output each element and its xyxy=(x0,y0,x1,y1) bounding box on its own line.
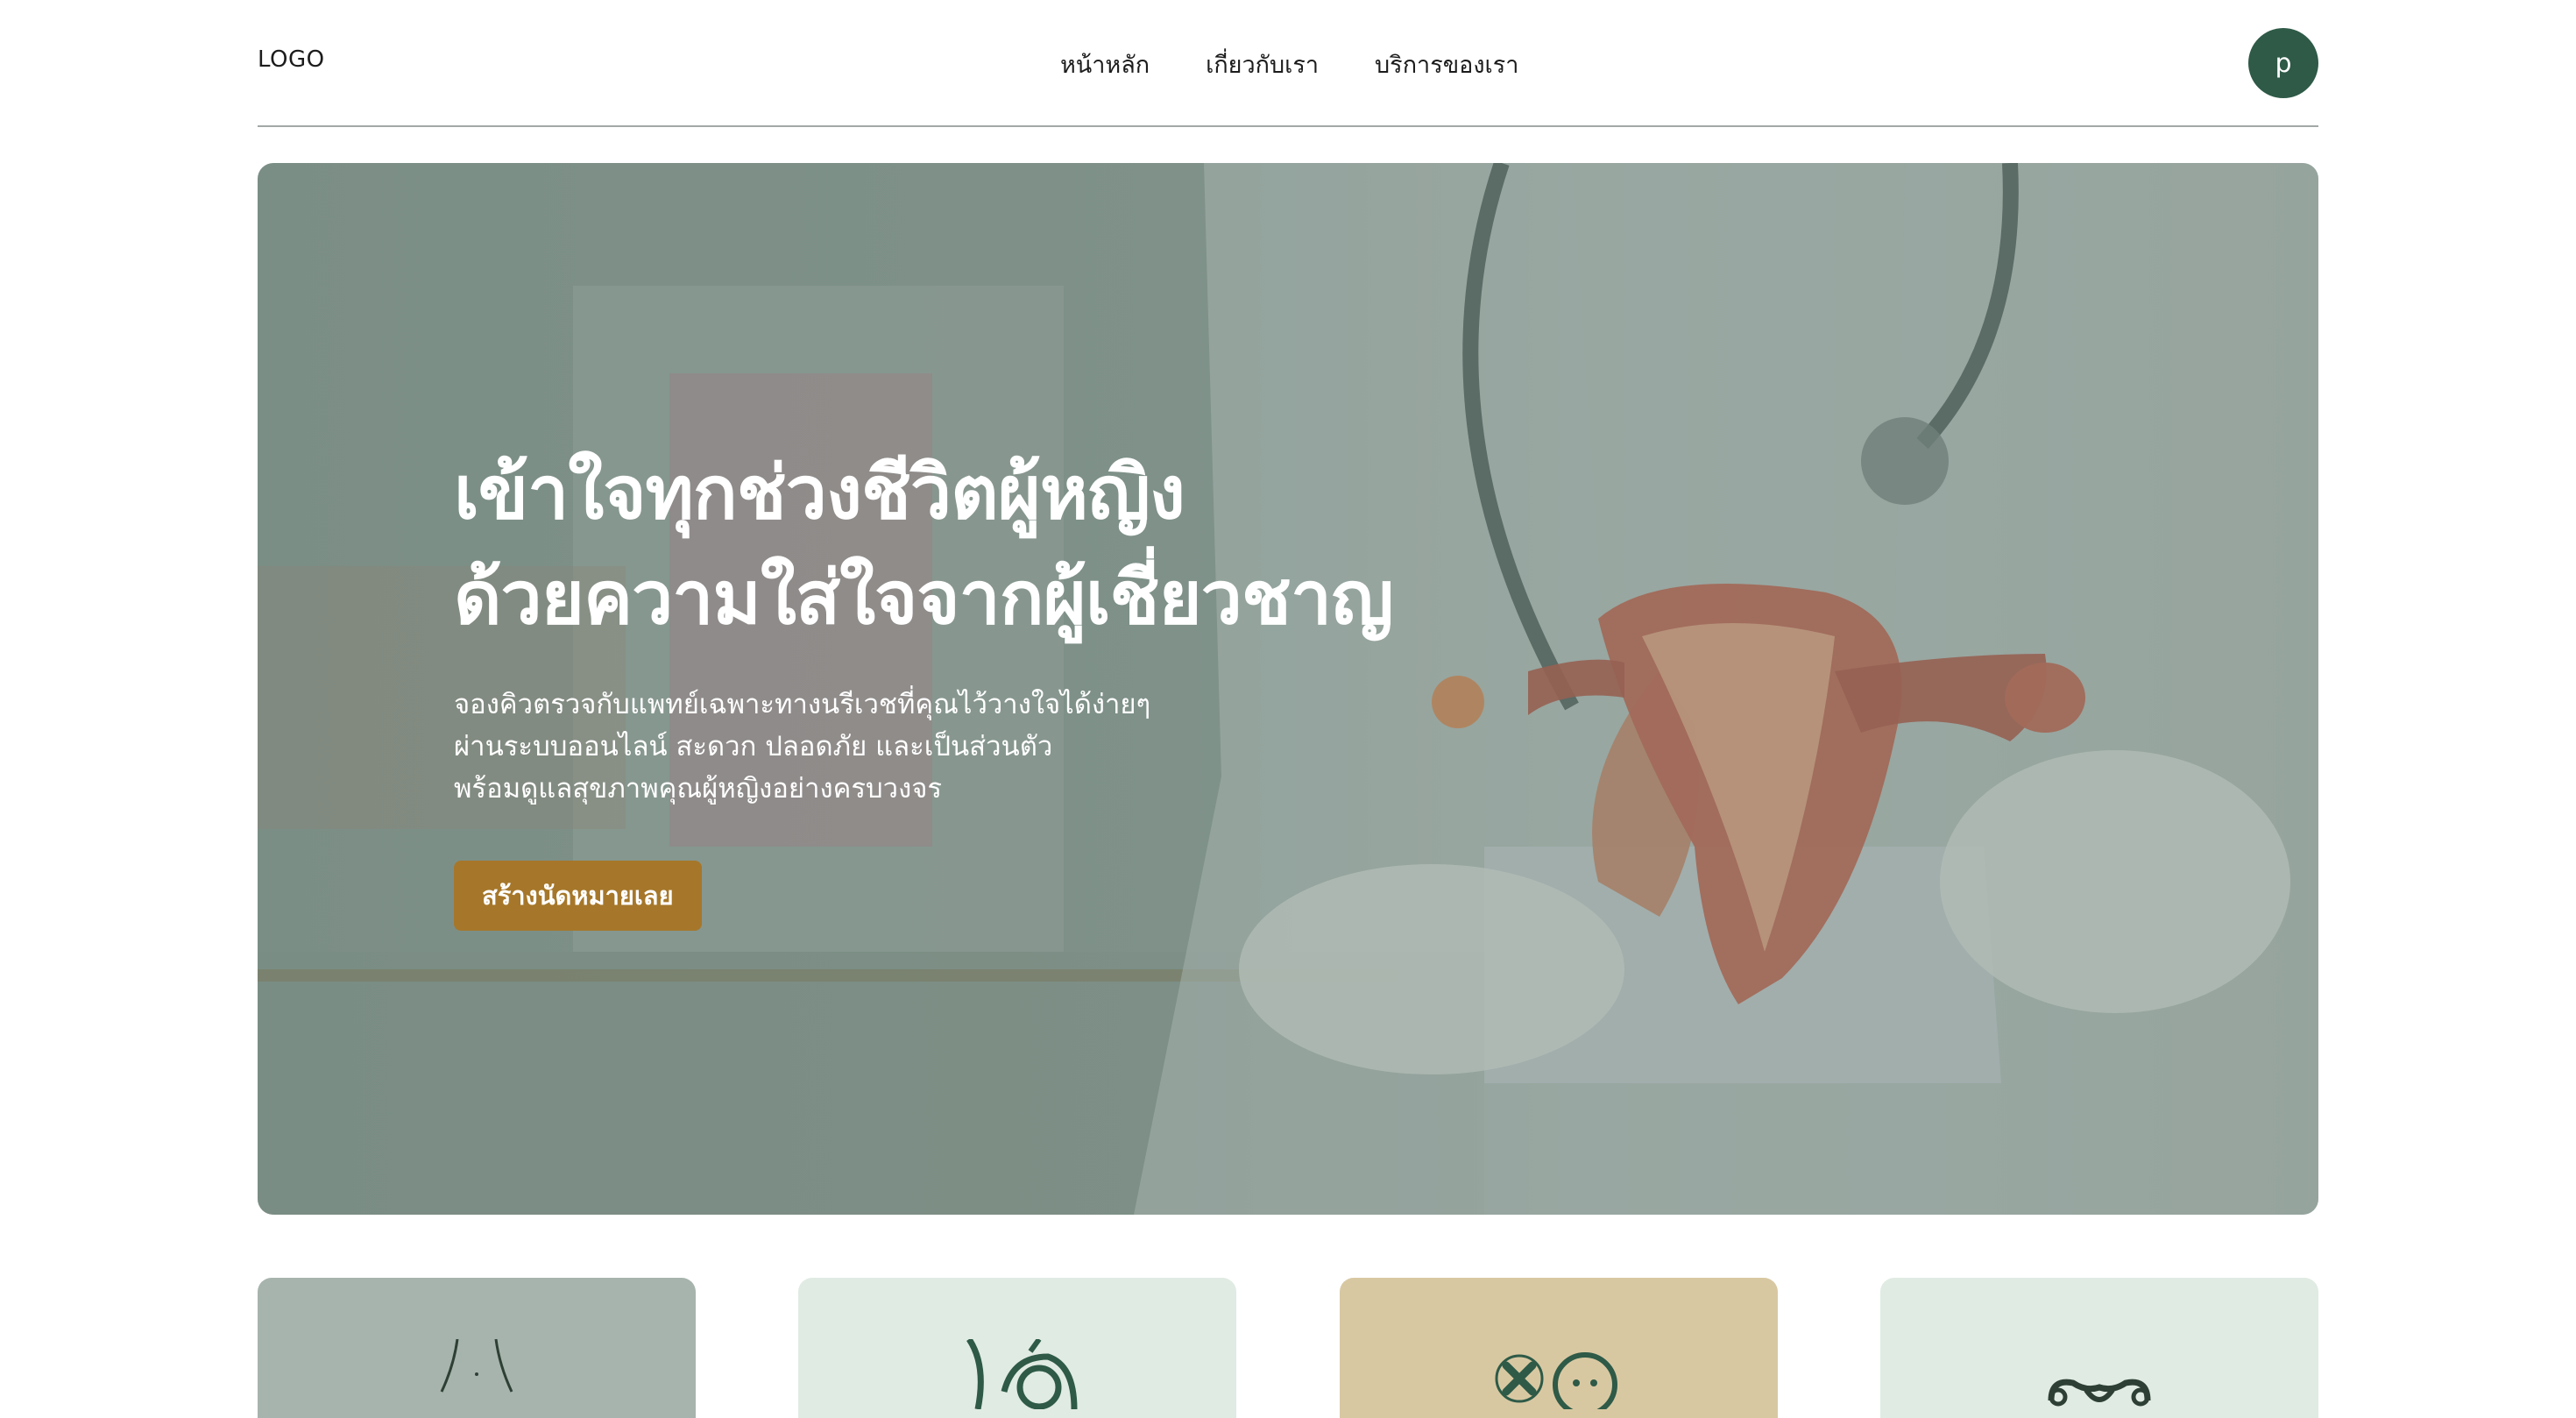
site-header: LOGO หน้าหลัก เกี่ยวกับเรา บริการของเรา … xyxy=(258,0,2318,127)
user-avatar[interactable]: p xyxy=(2248,28,2318,98)
hero-title-line-2: ด้วยความใส่ใจจากผู้เชี่ยวชาญ xyxy=(454,555,1394,641)
hero-description-line-2: ผ่านระบบออนไลน์ สะดวก ปลอดภัย และเป็นส่ว… xyxy=(454,731,1053,762)
hero-title-line-1: เข้าใจทุกช่วงชีวิตผู้หญิง xyxy=(454,450,1185,535)
body-silhouette-icon xyxy=(440,1339,513,1393)
service-card-3[interactable] xyxy=(1340,1278,1778,1418)
service-card-4[interactable] xyxy=(1880,1278,2318,1418)
main-nav: หน้าหลัก เกี่ยวกับเรา บริการของเรา xyxy=(1060,46,1518,83)
hero-banner: เข้าใจทุกช่วงชีวิตผู้หญิง ด้วยความใส่ใจจ… xyxy=(258,163,2318,1215)
hero-description: จองคิวตรวจกับแพทย์เฉพาะทางนรีเวชที่คุณไว… xyxy=(454,684,1593,810)
create-appointment-button[interactable]: สร้างนัดหมายเลย xyxy=(454,861,702,931)
nav-services[interactable]: บริการของเรา xyxy=(1375,46,1518,83)
hero-title: เข้าใจทุกช่วงชีวิตผู้หญิง ด้วยความใส่ใจจ… xyxy=(454,440,1593,650)
hero-description-line-3: พร้อมดูแลสุขภาพคุณผู้หญิงอย่างครบวงจร xyxy=(454,773,943,805)
service-cards xyxy=(258,1278,2318,1418)
no-sick-icon xyxy=(1495,1352,1617,1409)
service-card-2[interactable] xyxy=(798,1278,1236,1418)
logo[interactable]: LOGO xyxy=(258,46,325,73)
hero-description-line-1: จองคิวตรวจกับแพทย์เฉพาะทางนรีเวชที่คุณไว… xyxy=(454,689,1151,720)
nav-about[interactable]: เกี่ยวกับเรา xyxy=(1206,46,1319,83)
nav-home[interactable]: หน้าหลัก xyxy=(1060,46,1150,83)
fetus-icon xyxy=(966,1339,1078,1409)
hero-content: เข้าใจทุกช่วงชีวิตผู้หญิง ด้วยความใส่ใจจ… xyxy=(454,440,1593,931)
uterus-icon xyxy=(2048,1379,2151,1407)
service-card-1[interactable] xyxy=(258,1278,696,1418)
